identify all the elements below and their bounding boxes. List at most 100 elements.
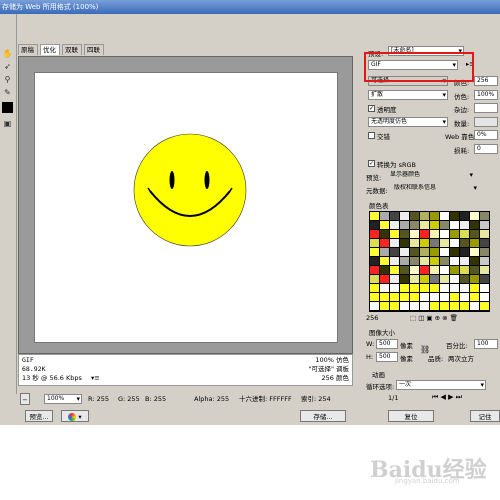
color-table-swatch[interactable] [380, 302, 389, 310]
color-table-swatch[interactable] [410, 239, 419, 247]
transparency-checkbox[interactable]: ✓ [368, 105, 375, 112]
color-table-swatch[interactable] [370, 239, 379, 247]
color-table-swatch[interactable] [400, 239, 409, 247]
color-table-swatch[interactable] [440, 275, 449, 283]
interlaced-checkbox[interactable] [368, 132, 375, 139]
color-table-swatch[interactable] [420, 239, 429, 247]
color-table-swatch[interactable] [450, 284, 459, 292]
color-table-swatch[interactable] [370, 248, 379, 256]
color-table-swatch[interactable] [470, 266, 479, 274]
color-table-swatch[interactable] [400, 212, 409, 220]
color-table-swatch[interactable] [400, 248, 409, 256]
percent-input[interactable]: 100 [474, 339, 498, 349]
color-table-swatch[interactable] [370, 212, 379, 220]
color-table-swatch[interactable] [470, 302, 479, 310]
loop-select[interactable]: 一次 [396, 380, 486, 390]
color-table-swatch[interactable] [430, 266, 439, 274]
matte-select[interactable] [474, 103, 498, 113]
color-table-swatch[interactable] [410, 302, 419, 310]
color-table-swatch[interactable] [470, 239, 479, 247]
color-table-swatch[interactable] [470, 230, 479, 238]
color-table-swatch[interactable] [420, 212, 429, 220]
color-table-swatch[interactable] [390, 230, 399, 238]
color-table-swatch[interactable] [390, 266, 399, 274]
color-table-swatch[interactable] [470, 248, 479, 256]
color-table-swatch[interactable] [470, 293, 479, 301]
color-table-swatch[interactable] [400, 221, 409, 229]
color-table-swatch[interactable] [430, 239, 439, 247]
color-table-swatch[interactable] [380, 239, 389, 247]
color-table-swatch[interactable] [420, 266, 429, 274]
color-table-swatch[interactable] [440, 284, 449, 292]
color-table-swatch[interactable] [410, 212, 419, 220]
color-table-swatch[interactable] [410, 275, 419, 283]
dither-input[interactable]: 100% [474, 90, 498, 100]
browser-select-button[interactable]: ▾ [61, 410, 89, 422]
color-table-swatch[interactable] [380, 248, 389, 256]
zoom-out-button[interactable]: − [20, 393, 30, 405]
color-table-swatch[interactable] [450, 275, 459, 283]
color-table-swatch[interactable] [450, 230, 459, 238]
color-table-swatch[interactable] [380, 212, 389, 220]
height-input[interactable]: 500 [376, 352, 398, 362]
color-table-grid[interactable] [369, 211, 490, 312]
color-table-swatch[interactable] [410, 221, 419, 229]
color-table-swatch[interactable] [400, 266, 409, 274]
color-table-swatch[interactable] [480, 275, 489, 283]
color-table-swatch[interactable] [450, 239, 459, 247]
color-table-swatch[interactable] [410, 284, 419, 292]
color-table-swatch[interactable] [440, 257, 449, 265]
zoom-tool-icon[interactable]: ⚲ [2, 74, 13, 85]
hand-tool-icon[interactable]: ✋ [2, 48, 13, 59]
color-table-swatch[interactable] [380, 221, 389, 229]
color-table-swatch[interactable] [450, 302, 459, 310]
color-table-swatch[interactable] [430, 275, 439, 283]
color-table-swatch[interactable] [380, 293, 389, 301]
color-table-swatch[interactable] [370, 293, 379, 301]
color-table-swatch[interactable] [480, 266, 489, 274]
color-table-swatch[interactable] [470, 221, 479, 229]
color-table-swatch[interactable] [390, 284, 399, 292]
color-table-swatch[interactable] [430, 230, 439, 238]
color-table-swatch[interactable] [480, 221, 489, 229]
color-table-swatch[interactable] [480, 248, 489, 256]
color-table-swatch[interactable] [460, 239, 469, 247]
color-table-swatch[interactable] [460, 284, 469, 292]
color-table-swatch[interactable] [440, 230, 449, 238]
color-table-swatch[interactable] [380, 275, 389, 283]
preview-select[interactable]: 显示器颜色 [388, 171, 474, 181]
color-table-swatch[interactable] [450, 212, 459, 220]
reset-button[interactable]: 复位 [388, 410, 434, 422]
remember-button[interactable]: 记住 [470, 410, 500, 422]
color-table-swatch[interactable] [400, 230, 409, 238]
amount-input[interactable] [474, 117, 498, 127]
color-table-swatch[interactable] [470, 257, 479, 265]
color-table-swatch[interactable] [410, 266, 419, 274]
color-table-swatch[interactable] [370, 230, 379, 238]
image-preview[interactable] [34, 72, 338, 343]
color-table-swatch[interactable] [420, 257, 429, 265]
web-snap-input[interactable]: 0% [474, 130, 498, 140]
width-input[interactable]: 500 [376, 339, 398, 349]
color-table-swatch[interactable] [430, 212, 439, 220]
color-table-swatch[interactable] [420, 248, 429, 256]
color-table-swatch[interactable] [430, 302, 439, 310]
save-button[interactable]: 存储... [300, 410, 346, 422]
dither-method-select[interactable]: 扩散 [368, 90, 448, 100]
color-table-swatch[interactable] [380, 284, 389, 292]
color-table-swatch[interactable] [400, 257, 409, 265]
tab-4up[interactable]: 四联 [84, 44, 104, 55]
transparency-dither-select[interactable]: 无透明度仿色 [368, 117, 448, 127]
color-table-swatch[interactable] [440, 266, 449, 274]
color-table-swatch[interactable] [410, 248, 419, 256]
info-menu-icon[interactable]: ▾≡ [91, 374, 100, 382]
eyedropper-icon[interactable]: ✎ [2, 87, 13, 98]
color-table-swatch[interactable] [370, 257, 379, 265]
zoom-select[interactable]: 100% [44, 394, 82, 404]
color-table-swatch[interactable] [390, 257, 399, 265]
color-table-swatch[interactable] [460, 221, 469, 229]
quality-value[interactable]: 两次立方 [448, 353, 474, 363]
color-table-swatch[interactable] [440, 239, 449, 247]
color-table-swatch[interactable] [440, 302, 449, 310]
tab-2up[interactable]: 双联 [62, 44, 82, 55]
